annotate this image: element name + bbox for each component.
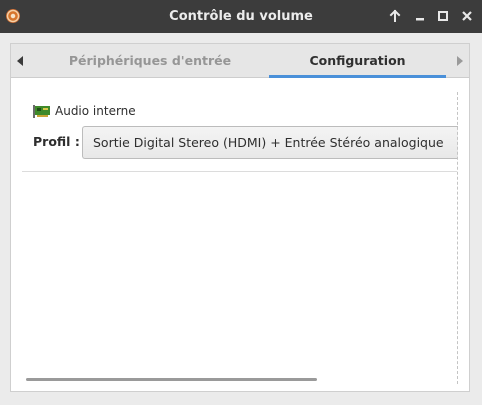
tab-input-devices[interactable]: Périphériques d'entrée [31, 44, 269, 78]
tab-configuration[interactable]: Configuration [269, 44, 446, 78]
window-title: Contrôle du volume [169, 9, 313, 24]
device-name: Audio interne [55, 104, 136, 118]
tab-bar: Périphériques d'entrée Configuration [11, 44, 469, 78]
tab-scroll-left-button[interactable] [11, 44, 31, 78]
divider [22, 171, 457, 172]
minimize-icon [416, 18, 424, 21]
profile-dropdown[interactable]: Sortie Digital Stereo (HDMI) + Entrée St… [82, 126, 458, 159]
sound-card-icon [33, 105, 50, 118]
triangle-right-icon [457, 56, 463, 66]
tab-scroll-right-button[interactable] [449, 44, 469, 78]
triangle-left-icon [17, 56, 23, 66]
window-maximize-up-button[interactable] [388, 9, 402, 23]
window-minimize-button[interactable] [413, 9, 427, 23]
vertical-scroll-indicator[interactable] [457, 92, 458, 384]
window-titlebar[interactable]: Contrôle du volume [0, 0, 482, 33]
profile-label: Profil : [33, 134, 80, 149]
main-panel: Périphériques d'entrée Configuration Aud… [10, 43, 470, 392]
maximize-icon [438, 11, 448, 21]
close-icon [462, 11, 472, 21]
window-maximize-button[interactable] [436, 9, 450, 23]
window-close-button[interactable] [460, 9, 474, 23]
arrow-up-icon [389, 9, 401, 22]
horizontal-scrollbar[interactable] [26, 378, 317, 381]
